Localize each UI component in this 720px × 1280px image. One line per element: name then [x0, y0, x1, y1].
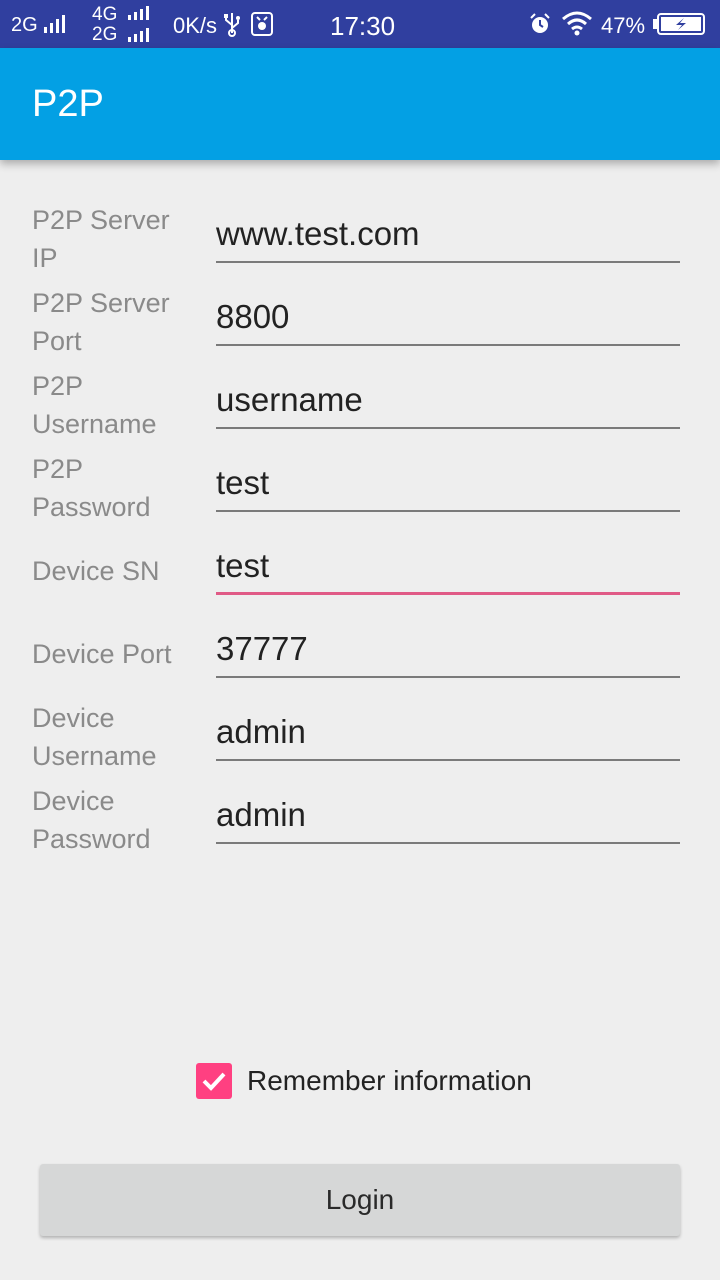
check-icon	[202, 1072, 226, 1091]
p2p-server-ip-input[interactable]	[216, 207, 680, 263]
network-type-2b: 2G	[92, 24, 118, 45]
field-row-device-port: Device Port	[0, 612, 720, 695]
network-speed: 0K/s	[173, 13, 218, 38]
network-type-1: 2G	[11, 14, 38, 36]
login-button[interactable]: Login	[40, 1164, 680, 1236]
alarm-icon	[528, 12, 552, 41]
signal-icon	[44, 15, 65, 33]
device-password-input[interactable]	[216, 788, 680, 844]
wifi-icon	[561, 10, 593, 41]
remember-checkbox[interactable]	[196, 1063, 232, 1099]
status-bar: 2G 4G 2G 0K/s 17:30 47%	[0, 0, 720, 48]
device-port-label: Device Port	[32, 638, 172, 669]
field-row-p2p-server-port: P2P Server Port	[0, 280, 720, 363]
signal-icon	[128, 6, 149, 20]
field-row-p2p-password: P2P Password	[0, 446, 720, 529]
device-password-label: Device Password	[32, 785, 151, 854]
p2p-server-port-label: P2P Server Port	[32, 287, 170, 356]
device-username-input[interactable]	[216, 705, 680, 761]
remember-label: Remember information	[247, 1065, 532, 1096]
p2p-server-ip-label: P2P Server IP	[32, 204, 170, 273]
field-row-device-username: Device Username	[0, 695, 720, 778]
device-sn-input[interactable]	[216, 539, 680, 595]
battery-percent: 47%	[601, 13, 646, 38]
field-row-device-password: Device Password	[0, 778, 720, 861]
field-row-p2p-server-ip: P2P Server IP	[0, 197, 720, 280]
device-port-input[interactable]	[216, 622, 680, 678]
app-bar: P2P	[0, 48, 720, 160]
debug-icon	[250, 11, 274, 42]
network-type-2a: 4G	[92, 4, 118, 25]
p2p-username-input[interactable]	[216, 373, 680, 429]
remember-checkbox-row[interactable]: Remember information	[196, 1062, 532, 1100]
p2p-server-port-input[interactable]	[216, 290, 680, 346]
device-sn-label: Device SN	[32, 555, 160, 586]
p2p-password-label: P2P Password	[32, 453, 151, 522]
usb-icon	[224, 11, 240, 42]
field-row-p2p-username: P2P Username	[0, 363, 720, 446]
field-row-device-sn: Device SN	[0, 529, 720, 612]
signal-icon	[128, 28, 149, 42]
clock: 17:30	[330, 11, 396, 41]
page-title: P2P	[32, 83, 104, 125]
p2p-password-input[interactable]	[216, 456, 680, 512]
battery-icon	[652, 13, 706, 40]
device-username-label: Device Username	[32, 702, 157, 771]
p2p-username-label: P2P Username	[32, 370, 157, 439]
